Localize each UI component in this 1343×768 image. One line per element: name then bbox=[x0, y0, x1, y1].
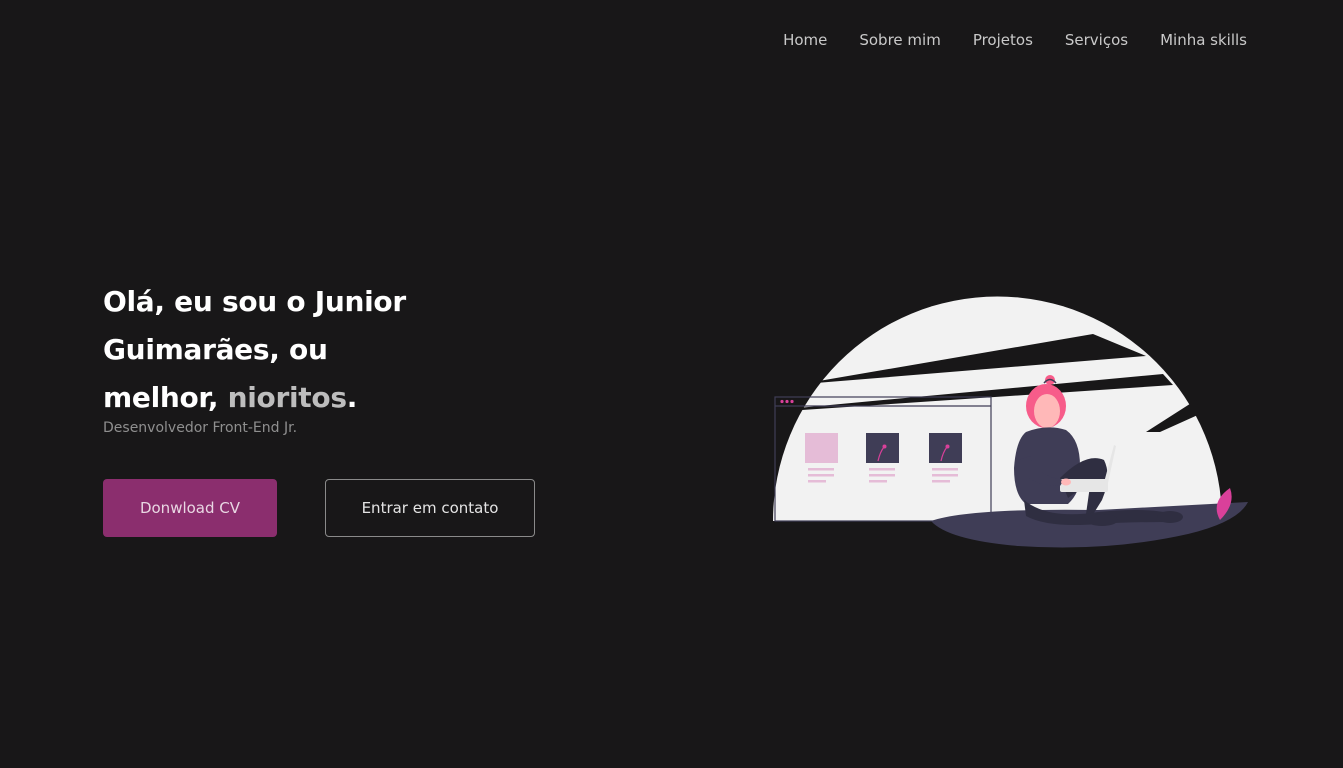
browser-dot-2 bbox=[785, 399, 789, 404]
hero-illustration bbox=[773, 296, 1248, 548]
hero-buttons: Donwload CV Entrar em contato bbox=[103, 479, 535, 537]
shoe-right bbox=[1157, 511, 1183, 523]
browser-dot-1 bbox=[780, 399, 784, 404]
card-text-1b bbox=[808, 474, 834, 477]
nav-link-servicos[interactable]: Serviços bbox=[1065, 30, 1128, 50]
card-text-3a bbox=[932, 468, 958, 471]
face bbox=[1034, 394, 1060, 428]
nav-link-projetos[interactable]: Projetos bbox=[973, 30, 1033, 50]
card-text-3b bbox=[932, 474, 958, 477]
card-image-2 bbox=[866, 433, 899, 463]
contact-button[interactable]: Entrar em contato bbox=[325, 479, 535, 537]
card-image-1 bbox=[805, 433, 838, 463]
card-text-3c bbox=[932, 480, 950, 483]
shoe-left bbox=[1086, 514, 1118, 526]
hero-section: Olá, eu sou o Junior Guimarães, ou melho… bbox=[103, 278, 563, 438]
browser-dot-3 bbox=[790, 399, 794, 404]
card-flower-head-3 bbox=[945, 444, 950, 449]
nav-link-minha-skills[interactable]: Minha skills bbox=[1160, 30, 1247, 50]
card-text-2b bbox=[869, 474, 895, 477]
card-flower-head-2 bbox=[882, 444, 887, 449]
nav-link-sobre-mim[interactable]: Sobre mim bbox=[859, 30, 940, 50]
hero-title: Olá, eu sou o Junior Guimarães, ou melho… bbox=[103, 278, 563, 422]
hand bbox=[1061, 478, 1071, 486]
page: Home Sobre mim Projetos Serviços Minha s… bbox=[0, 0, 1343, 768]
card-text-2c bbox=[869, 480, 887, 483]
download-cv-button[interactable]: Donwload CV bbox=[103, 479, 277, 537]
card-text-1c bbox=[808, 480, 826, 483]
card-image-3 bbox=[929, 433, 962, 463]
hero-title-line-2: Guimarães, ou bbox=[103, 333, 328, 366]
hero-title-line-1: Olá, eu sou o Junior bbox=[103, 285, 406, 318]
hero-title-highlight: nioritos bbox=[227, 381, 347, 414]
hero-title-suffix: . bbox=[346, 381, 358, 414]
card-text-2a bbox=[869, 468, 895, 471]
hero-title-line-3: melhor, bbox=[103, 381, 228, 414]
main-nav: Home Sobre mim Projetos Serviços Minha s… bbox=[783, 30, 1247, 50]
card-text-1a bbox=[808, 468, 834, 471]
nav-link-home[interactable]: Home bbox=[783, 30, 827, 50]
half-circle-shape bbox=[773, 296, 1222, 521]
